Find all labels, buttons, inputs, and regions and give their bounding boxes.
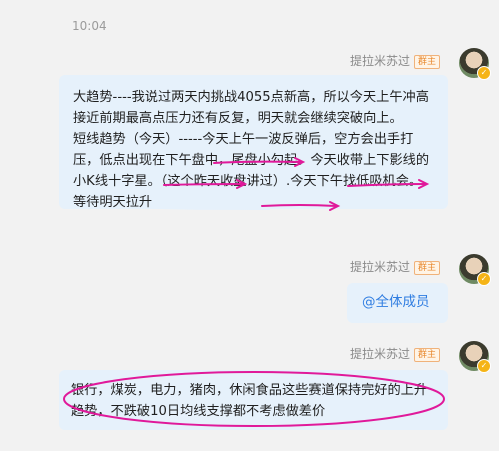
sender-info: 提拉米苏过 群主 [350, 52, 440, 69]
sender-name[interactable]: 提拉米苏过 [350, 54, 410, 68]
message-text: 银行，煤炭，电力，猪肉，休闲食品这些赛道保持完好的上升趋势，不跌破10日均线支撑… [71, 383, 428, 419]
crown-icon: ✓ [477, 272, 491, 286]
mention-all-link[interactable]: @全体成员 [362, 294, 430, 310]
crown-icon: ✓ [477, 66, 491, 80]
sender-name[interactable]: 提拉米苏过 [350, 260, 410, 274]
text-fade-overlay [160, 188, 270, 210]
message-paragraph: 大趋势----我说过两天内挑战4055点新高，所以今天上午冲高接近前期最高点压力… [73, 90, 429, 126]
sender-info: 提拉米苏过 群主 [350, 258, 440, 275]
owner-badge: 群主 [413, 55, 440, 69]
owner-badge: 群主 [413, 348, 440, 362]
avatar[interactable]: ✓ [459, 48, 491, 80]
chat-window: 10:04 提拉米苏过 群主 ✓ 大趋势----我说过两天内挑战4055点新高，所… [0, 0, 499, 451]
sender-name[interactable]: 提拉米苏过 [350, 347, 410, 361]
crown-icon: ✓ [477, 359, 491, 373]
avatar[interactable]: ✓ [459, 341, 491, 373]
message-timestamp: 10:04 [72, 19, 107, 33]
message-bubble[interactable]: @全体成员 [347, 283, 448, 323]
sender-info: 提拉米苏过 群主 [350, 345, 440, 362]
message-bubble[interactable]: 银行，煤炭，电力，猪肉，休闲食品这些赛道保持完好的上升趋势，不跌破10日均线支撑… [59, 370, 448, 430]
owner-badge: 群主 [413, 261, 440, 275]
avatar[interactable]: ✓ [459, 254, 491, 286]
